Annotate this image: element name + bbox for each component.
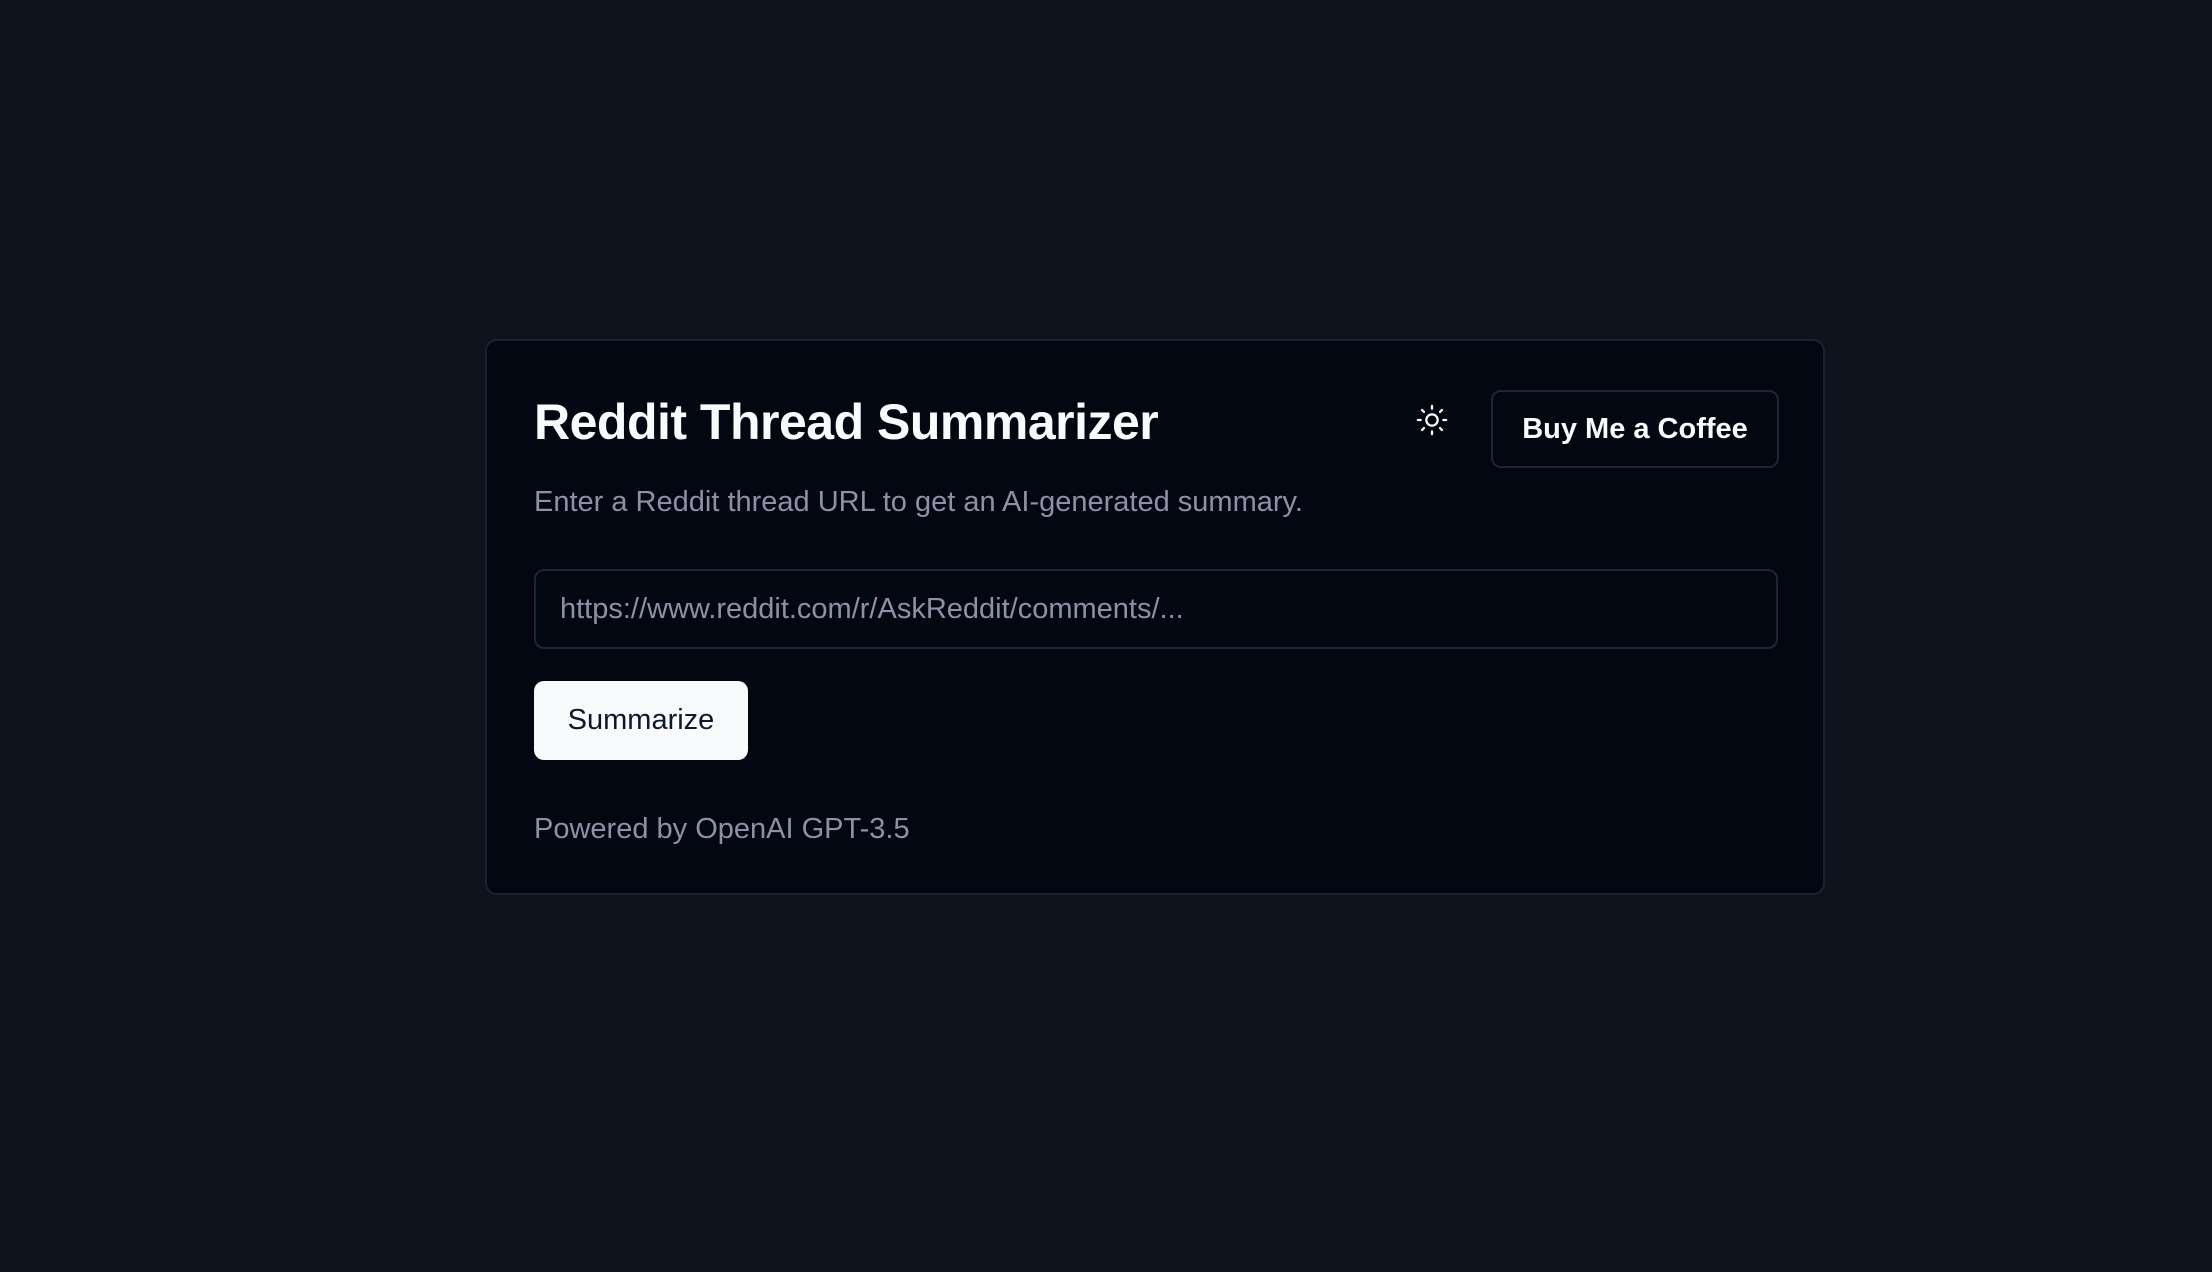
page-subtitle: Enter a Reddit thread URL to get an AI-g… <box>534 486 1303 518</box>
buy-me-a-coffee-button[interactable]: Buy Me a Coffee <box>1491 390 1779 468</box>
summarize-button[interactable]: Summarize <box>534 681 748 760</box>
theme-toggle-button[interactable] <box>1404 392 1460 448</box>
sun-icon <box>1416 404 1448 436</box>
page-title: Reddit Thread Summarizer <box>534 394 1159 450</box>
powered-by-note: Powered by OpenAI GPT-3.5 <box>534 813 910 845</box>
summarizer-card: Reddit Thread Summarizer Buy Me a Coffee… <box>485 339 1825 895</box>
reddit-url-input[interactable] <box>534 569 1778 649</box>
